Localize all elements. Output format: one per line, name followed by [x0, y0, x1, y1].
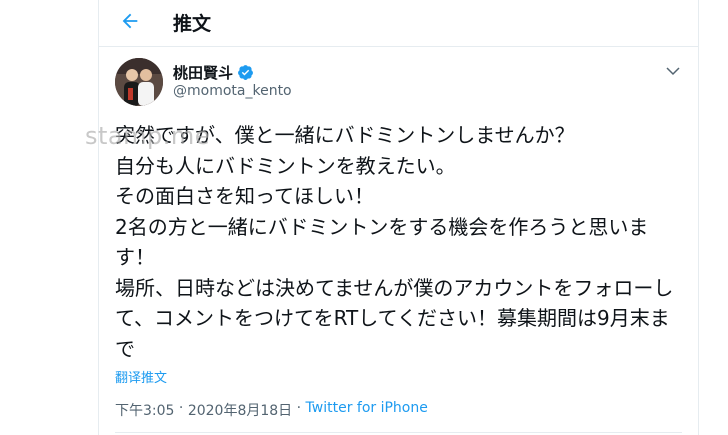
user-handle[interactable]: @momota_kento: [173, 83, 292, 99]
author-name-row[interactable]: 桃田賢斗: [173, 62, 254, 83]
translate-tweet-link[interactable]: 翻译推文: [115, 367, 167, 386]
tweet-text: 突然ですが、僕と一緒にバドミントンしませんか？ 自分も人にバドミントンを教えたい…: [115, 123, 674, 361]
arrow-left-icon: [122, 13, 138, 29]
chevron-down-icon[interactable]: [664, 62, 682, 80]
back-button[interactable]: [115, 6, 145, 36]
tweet-column: 推文 桃田賢斗 @momota_kento 突然ですが、僕と一緒にバドミントンし…: [85, 0, 699, 435]
divider: [115, 432, 682, 433]
meta-separator: ·: [292, 400, 306, 416]
verified-badge-icon: [238, 65, 253, 80]
display-name[interactable]: 桃田賢斗: [173, 62, 233, 83]
top-bar: 推文: [99, 0, 698, 47]
avatar[interactable]: [115, 58, 163, 106]
tweet-source-link[interactable]: Twitter for iPhone: [306, 400, 428, 420]
tweet-time: 下午3:05: [115, 403, 175, 419]
tweet-meta: 下午3:05 · 2020年8月18日 · Twitter for iPhone: [115, 400, 428, 420]
tweet-date[interactable]: 2020年8月18日: [188, 400, 292, 420]
meta-separator: ·: [174, 400, 188, 416]
page-title: 推文: [173, 13, 212, 35]
